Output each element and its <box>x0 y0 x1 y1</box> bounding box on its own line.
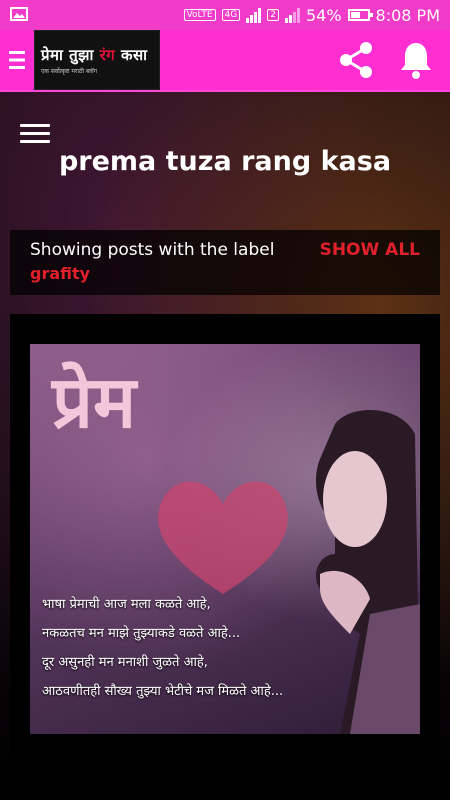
heart-graphic <box>158 481 288 594</box>
poem-line: भाषा प्रेमाची आज मला कळते आहे, <box>42 597 211 612</box>
clock: 8:08 PM <box>375 5 440 25</box>
share-icon <box>340 42 372 78</box>
poem-line: नकळतच मन माझे तुझ्याकडे वळते आहे... <box>42 626 241 641</box>
logo-title: प्रेमा तुझा रंग कसा <box>41 46 148 64</box>
network-type-badge: 4G <box>221 9 241 21</box>
share-button[interactable] <box>334 38 378 82</box>
image-title: प्रेम <box>52 360 137 444</box>
poem-text: भाषा प्रेमाची आज मला कळते आहे, नकळतच मन … <box>42 594 292 710</box>
logo-tagline: एक सर्वोत्कृष्ट मराठी ब्लॉग <box>41 68 98 75</box>
app-logo[interactable]: प्रेमा तुझा रंग कसा एक सर्वोत्कृष्ट मराठ… <box>34 30 160 90</box>
menu-icon-bar <box>20 124 50 127</box>
label-filter-bar: Showing posts with the label grafity SHO… <box>10 230 440 295</box>
notifications-button[interactable] <box>394 38 438 82</box>
sim-slot-badge: 2 <box>267 9 279 21</box>
page-title: prema tuza rang kasa <box>58 146 392 177</box>
battery-percent: 54% <box>305 5 342 25</box>
battery-icon <box>347 9 373 21</box>
volte-badge: VoLTE <box>183 9 216 21</box>
poem-line: दूर असुनही मन मनाशी जुळते आहे, <box>42 655 208 670</box>
post-card: प्रेम भाषा प्रेमाची आज मला कळते आहे, नकळ… <box>10 314 440 800</box>
label-name-link[interactable]: grafity <box>30 264 420 283</box>
post-image[interactable]: प्रेम भाषा प्रेमाची आज मला कळते आहे, नकळ… <box>30 344 420 734</box>
signal-icon <box>246 7 262 23</box>
menu-icon-bar <box>20 132 50 135</box>
nav-drawer-button[interactable] <box>0 29 34 91</box>
gallery-icon <box>10 6 28 25</box>
bell-icon <box>401 43 431 79</box>
poem-line: आठवणीतही सौख्य तुझ्या भेटीचे मज मिळते आह… <box>42 684 284 699</box>
app-bar: प्रेमा तुझा रंग कसा एक सर्वोत्कृष्ट मराठ… <box>0 30 450 92</box>
menu-icon <box>9 51 25 69</box>
app-actions <box>334 38 450 82</box>
status-right: VoLTE 4G 2 54% 8:08 PM <box>183 5 440 25</box>
status-bar: VoLTE 4G 2 54% 8:08 PM <box>0 0 450 30</box>
menu-icon-bar <box>20 140 50 143</box>
show-all-link[interactable]: SHOW ALL <box>320 240 420 260</box>
main-content: prema tuza rang kasa Showing posts with … <box>0 92 450 800</box>
blog-menu-button[interactable] <box>20 124 50 146</box>
woman-photo <box>315 410 420 734</box>
status-left <box>10 6 28 25</box>
signal-icon-2 <box>284 7 300 23</box>
